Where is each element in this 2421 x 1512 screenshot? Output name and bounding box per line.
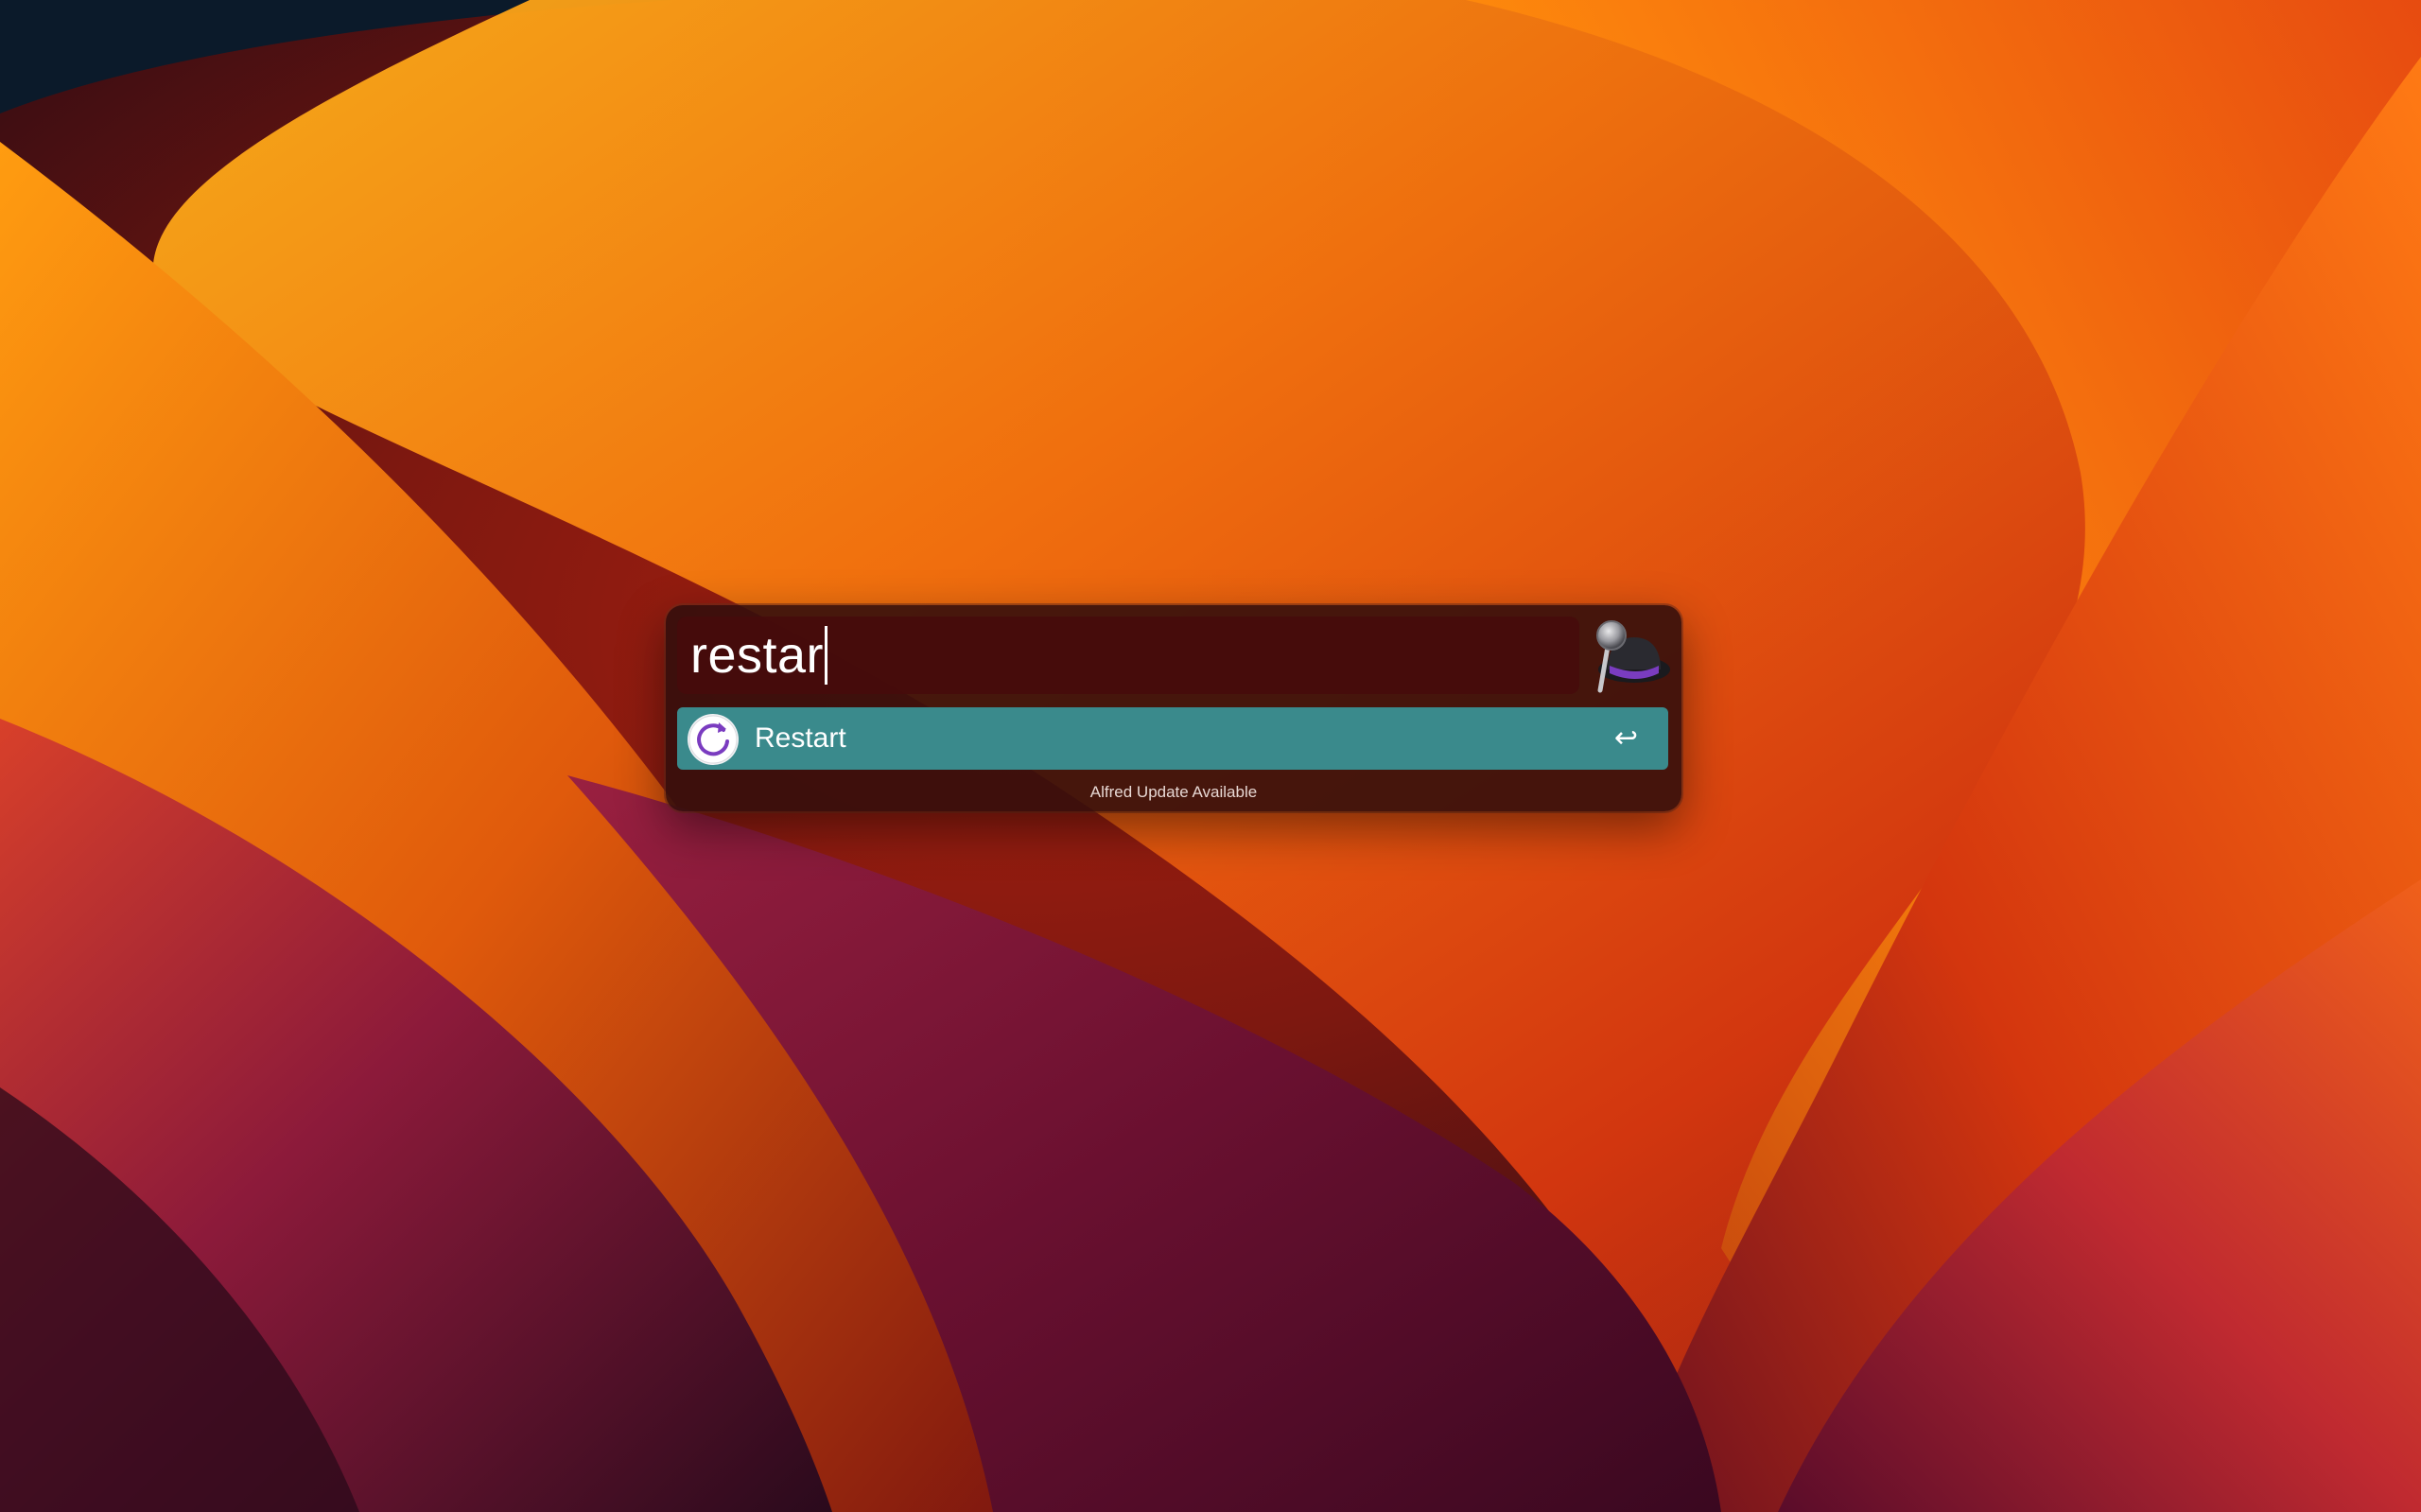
update-available-notice[interactable]: Alfred Update Available bbox=[666, 783, 1681, 802]
alfred-launcher-window: restar Restart ↩ Alfred Update Available bbox=[666, 605, 1681, 811]
result-title: Restart bbox=[755, 722, 846, 754]
alfred-hat-icon[interactable] bbox=[1591, 618, 1672, 694]
return-key-icon: ↩ bbox=[1613, 722, 1638, 754]
restart-icon bbox=[688, 714, 739, 765]
search-input-value[interactable]: restar bbox=[690, 630, 824, 681]
result-row-restart[interactable]: Restart ↩ bbox=[677, 707, 1668, 770]
desktop: restar Restart ↩ Alfred Update Available bbox=[0, 0, 2421, 1512]
text-caret bbox=[825, 626, 828, 685]
search-input[interactable]: restar bbox=[677, 617, 1579, 694]
